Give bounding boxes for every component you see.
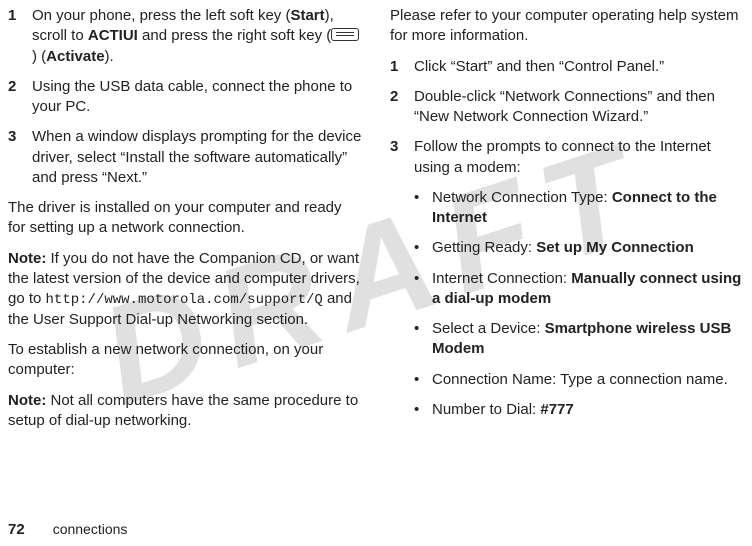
text: On your phone, press the left soft key ( (32, 7, 290, 24)
actiui-label: ACTIUI (88, 27, 138, 44)
paragraph: Please refer to your computer operating … (390, 6, 744, 47)
note-1: Note: If you do not have the Companion C… (8, 249, 362, 331)
soft-key-icon (331, 28, 359, 41)
bullet-4: • Select a Device: Smartphone wireless U… (390, 319, 744, 360)
step-number: 3 (390, 137, 414, 178)
bullet-6: • Number to Dial: #777 (390, 400, 744, 420)
bullet-5: • Connection Name: Type a connection nam… (390, 370, 744, 390)
url-text: http://www.motorola.com/support/Q (46, 292, 323, 308)
text: Not all computers have the same procedur… (8, 392, 358, 429)
step-number: 2 (8, 77, 32, 118)
step-number: 1 (390, 57, 414, 77)
bullet-2: • Getting Ready: Set up My Connection (390, 238, 744, 258)
section-name: connections (53, 521, 128, 537)
text: Getting Ready: (432, 239, 536, 256)
bullet-icon: • (414, 370, 432, 390)
left-step-1: 1 On your phone, press the left soft key… (8, 6, 362, 67)
step-number: 1 (8, 6, 32, 67)
bullet-icon: • (414, 238, 432, 258)
bullet-icon: • (414, 319, 432, 360)
bullet-icon: • (414, 400, 432, 420)
right-step-2: 2 Double-click “Network Connections” and… (390, 87, 744, 128)
text: and press the right soft key ( (138, 27, 331, 44)
step-text: On your phone, press the left soft key (… (32, 6, 362, 67)
right-step-3: 3 Follow the prompts to connect to the I… (390, 137, 744, 178)
right-step-1: 1 Click “Start” and then “Control Panel.… (390, 57, 744, 77)
start-label: Start (290, 7, 324, 24)
paragraph: The driver is installed on your computer… (8, 198, 362, 239)
text: ) ( (32, 48, 46, 65)
bullet-icon: • (414, 188, 432, 229)
bold-value: #777 (540, 401, 573, 418)
step-text: Using the USB data cable, connect the ph… (32, 77, 362, 118)
left-column: 1 On your phone, press the left soft key… (8, 6, 362, 520)
note-label: Note: (8, 392, 46, 409)
bullet-text: Select a Device: Smartphone wireless USB… (432, 319, 744, 360)
bullet-text: Connection Name: Type a connection name. (432, 370, 744, 390)
bold-value: Set up My Connection (536, 239, 694, 256)
step-text: Double-click “Network Connections” and t… (414, 87, 744, 128)
bullet-text: Getting Ready: Set up My Connection (432, 238, 744, 258)
bullet-text: Number to Dial: #777 (432, 400, 744, 420)
note-2: Note: Not all computers have the same pr… (8, 391, 362, 432)
bullet-text: Internet Connection: Manually connect us… (432, 269, 744, 310)
step-number: 2 (390, 87, 414, 128)
bullet-3: • Internet Connection: Manually connect … (390, 269, 744, 310)
step-text: Click “Start” and then “Control Panel.” (414, 57, 744, 77)
text: ). (105, 48, 114, 65)
page-footer: 72 connections (8, 521, 127, 538)
step-text: Follow the prompts to connect to the Int… (414, 137, 744, 178)
left-step-3: 3 When a window displays prompting for t… (8, 127, 362, 188)
bullet-icon: • (414, 269, 432, 310)
text: Select a Device: (432, 320, 545, 337)
right-column: Please refer to your computer operating … (390, 6, 744, 520)
page-number: 72 (8, 521, 25, 538)
text: Number to Dial: (432, 401, 540, 418)
paragraph: To establish a new network connection, o… (8, 340, 362, 381)
step-text: When a window displays prompting for the… (32, 127, 362, 188)
left-step-2: 2 Using the USB data cable, connect the … (8, 77, 362, 118)
text: Network Connection Type: (432, 189, 612, 206)
bullet-1: • Network Connection Type: Connect to th… (390, 188, 744, 229)
step-number: 3 (8, 127, 32, 188)
text: Internet Connection: (432, 270, 571, 287)
activate-label: Activate (46, 48, 104, 65)
note-label: Note: (8, 250, 46, 267)
bullet-text: Network Connection Type: Connect to the … (432, 188, 744, 229)
page-content: 1 On your phone, press the left soft key… (0, 0, 752, 520)
